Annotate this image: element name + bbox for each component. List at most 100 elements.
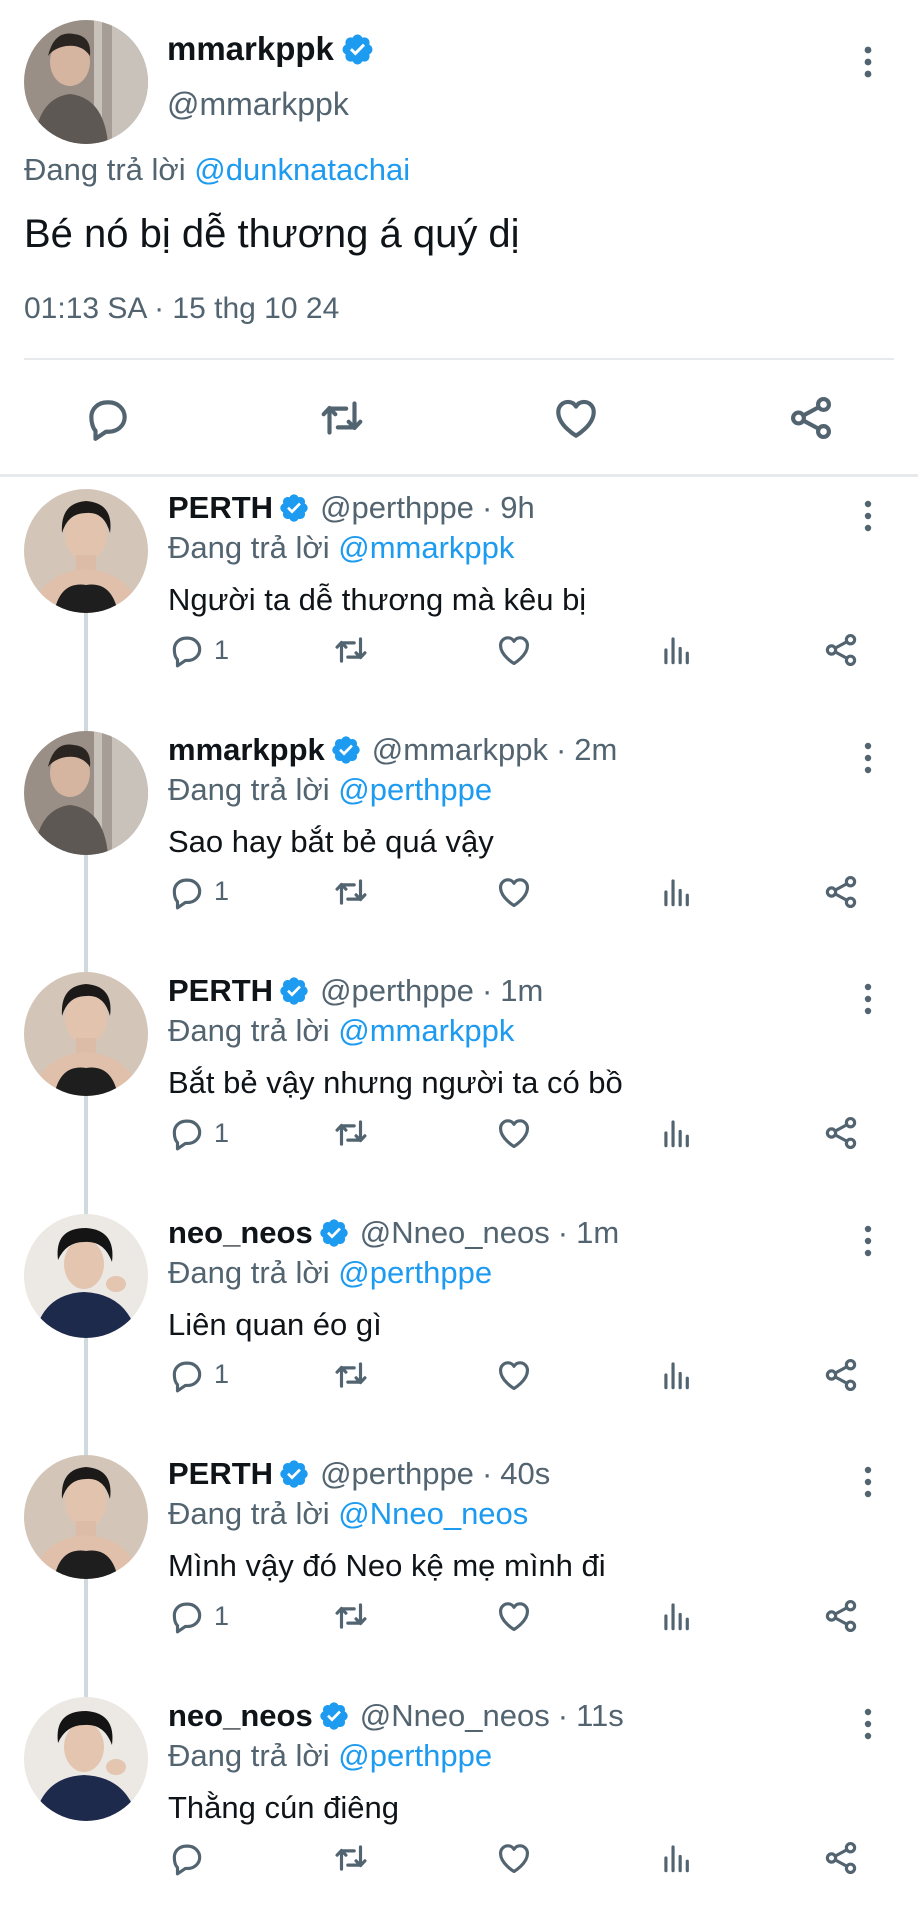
handle[interactable]: @Nneo_neos bbox=[360, 1698, 550, 1734]
more-options-icon[interactable] bbox=[856, 42, 880, 82]
handle[interactable]: @mmarkppk bbox=[167, 86, 349, 123]
more-options-icon[interactable] bbox=[856, 1464, 880, 1500]
timestamp[interactable]: 01:13 SA · 15 thg 10 24 bbox=[24, 292, 339, 326]
replying-to: Đang trả lời @mmarkppk bbox=[168, 1013, 514, 1049]
more-options-icon[interactable] bbox=[856, 740, 880, 776]
retweet-button[interactable] bbox=[332, 1353, 370, 1397]
timestamp[interactable]: 11s bbox=[576, 1698, 624, 1734]
handle[interactable]: @Nneo_neos bbox=[360, 1215, 550, 1251]
avatar[interactable] bbox=[24, 489, 148, 613]
mention-link[interactable]: @Nneo_neos bbox=[338, 1496, 528, 1531]
like-button[interactable] bbox=[495, 1836, 533, 1880]
tweet-actions: 1 bbox=[0, 1594, 918, 1644]
like-button[interactable] bbox=[495, 1111, 533, 1155]
reply-tweet[interactable]: PERTH @perthppe · 40s Đang trả lời @Nneo… bbox=[0, 1444, 918, 1699]
mention-link[interactable]: @mmarkppk bbox=[338, 530, 514, 565]
avatar[interactable] bbox=[24, 1455, 148, 1579]
retweet-icon bbox=[335, 1361, 367, 1388]
like-icon[interactable] bbox=[551, 393, 601, 443]
more-options-icon[interactable] bbox=[856, 1706, 880, 1742]
separator-dot: · bbox=[555, 731, 567, 767]
retweet-button[interactable] bbox=[332, 1594, 370, 1638]
share-button[interactable] bbox=[822, 1594, 860, 1638]
share-button[interactable] bbox=[822, 870, 860, 914]
like-button[interactable] bbox=[495, 628, 533, 672]
views-button[interactable] bbox=[658, 870, 696, 914]
more-options-icon[interactable] bbox=[856, 981, 880, 1017]
retweet-button[interactable] bbox=[332, 1111, 370, 1155]
reply-icon[interactable] bbox=[83, 393, 133, 443]
handle[interactable]: @mmarkppk bbox=[372, 732, 548, 768]
avatar[interactable] bbox=[24, 20, 148, 144]
avatar[interactable] bbox=[24, 1696, 148, 1821]
display-name[interactable]: neo_neos bbox=[168, 1698, 313, 1734]
like-button[interactable] bbox=[495, 1353, 533, 1397]
handle[interactable]: @perthppe bbox=[320, 1456, 474, 1492]
reply-button[interactable]: 1 bbox=[168, 628, 229, 672]
like-button[interactable] bbox=[495, 1594, 533, 1638]
reply-tweet[interactable]: PERTH @perthppe · 9h Đang trả lời @mmark… bbox=[0, 478, 918, 733]
main-tweet: mmarkppk @mmarkppk Đang trả lời @dunknat… bbox=[0, 0, 918, 478]
reply-icon bbox=[172, 1844, 202, 1875]
tweet-text: Liên quan éo gì bbox=[168, 1306, 382, 1342]
separator-dot: · bbox=[481, 973, 493, 1008]
share-button[interactable] bbox=[822, 1111, 860, 1155]
retweet-button[interactable] bbox=[332, 628, 370, 672]
replying-prefix: Đang trả lời bbox=[168, 771, 330, 807]
timestamp[interactable]: 9h bbox=[500, 490, 534, 526]
handle[interactable]: @perthppe bbox=[320, 490, 474, 526]
display-name[interactable]: mmarkppk bbox=[168, 732, 325, 768]
display-name[interactable]: PERTH bbox=[168, 973, 273, 1009]
reply-tweet[interactable]: neo_neos @Nneo_neos · 11s Đang trả lời @… bbox=[0, 1686, 918, 1920]
reply-button[interactable]: 1 bbox=[168, 1111, 229, 1155]
reply-button[interactable] bbox=[168, 1836, 214, 1880]
timestamp[interactable]: 1m bbox=[576, 1215, 619, 1251]
mention-link[interactable]: @mmarkppk bbox=[338, 1013, 514, 1048]
mention-link[interactable]: @perthppe bbox=[338, 1738, 492, 1773]
mention-link[interactable]: @perthppe bbox=[338, 1255, 492, 1290]
reply-button[interactable]: 1 bbox=[168, 870, 229, 914]
verified-badge-icon bbox=[280, 1460, 308, 1488]
display-name[interactable]: neo_neos bbox=[168, 1215, 313, 1251]
reply-icon bbox=[172, 1119, 202, 1151]
views-button[interactable] bbox=[658, 1111, 696, 1155]
thread-connector bbox=[84, 1579, 88, 1699]
reply-button[interactable]: 1 bbox=[168, 1353, 229, 1397]
views-button[interactable] bbox=[658, 1594, 696, 1638]
more-options-icon[interactable] bbox=[856, 1223, 880, 1259]
analytics-icon bbox=[664, 1361, 689, 1389]
avatar[interactable] bbox=[24, 1213, 148, 1338]
avatar[interactable] bbox=[24, 972, 148, 1096]
reply-tweet[interactable]: PERTH @perthppe · 1m Đang trả lời @mmark… bbox=[0, 961, 918, 1216]
replying-to: Đang trả lời @perthppe bbox=[168, 1738, 492, 1774]
retweet-icon[interactable] bbox=[317, 393, 367, 443]
tweet-text: Người ta dễ thương mà kêu bị bbox=[168, 582, 587, 617]
reply-tweet[interactable]: mmarkppk @mmarkppk · 2m Đang trả lời @pe… bbox=[0, 720, 918, 975]
reply-tweet[interactable]: neo_neos @Nneo_neos · 1m Đang trả lời @p… bbox=[0, 1203, 918, 1458]
mention-link[interactable]: @dunknatachai bbox=[194, 152, 410, 187]
like-icon bbox=[498, 1360, 530, 1390]
more-options-icon[interactable] bbox=[856, 498, 880, 534]
retweet-button[interactable] bbox=[332, 870, 370, 914]
share-icon[interactable] bbox=[786, 393, 836, 443]
timestamp[interactable]: 2m bbox=[574, 732, 617, 768]
display-name[interactable]: PERTH bbox=[168, 1456, 273, 1492]
display-name[interactable]: mmarkppk bbox=[167, 30, 334, 68]
retweet-button[interactable] bbox=[332, 1836, 370, 1880]
timestamp[interactable]: 40s bbox=[500, 1456, 550, 1492]
mention-link[interactable]: @perthppe bbox=[338, 772, 492, 807]
share-button[interactable] bbox=[822, 628, 860, 672]
like-button[interactable] bbox=[495, 870, 533, 914]
share-button[interactable] bbox=[822, 1353, 860, 1397]
verified-badge-icon bbox=[320, 1701, 348, 1730]
views-button[interactable] bbox=[658, 1353, 696, 1397]
handle[interactable]: @perthppe bbox=[320, 973, 474, 1009]
retweet-icon bbox=[335, 637, 367, 663]
display-name[interactable]: PERTH bbox=[168, 490, 273, 526]
reply-button[interactable]: 1 bbox=[168, 1594, 229, 1638]
share-button[interactable] bbox=[822, 1836, 860, 1880]
views-button[interactable] bbox=[658, 1836, 696, 1880]
avatar[interactable] bbox=[24, 730, 148, 855]
views-button[interactable] bbox=[658, 628, 696, 672]
timestamp[interactable]: 1m bbox=[500, 973, 543, 1009]
